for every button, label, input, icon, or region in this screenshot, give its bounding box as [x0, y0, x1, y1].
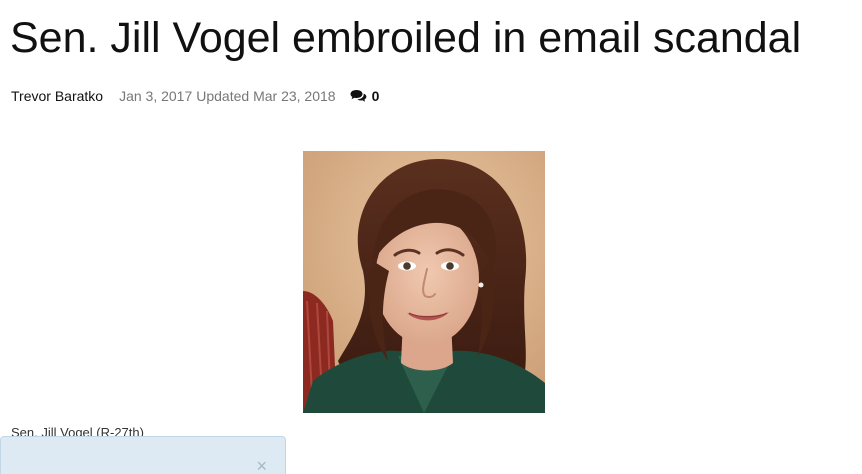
byline: Trevor Baratko Jan 3, 2017 Updated Mar 2…	[11, 86, 379, 106]
comments-link[interactable]: 0	[350, 88, 380, 104]
article-page: Sen. Jill Vogel embroiled in email scand…	[0, 0, 862, 474]
updated-date: Updated Mar 23, 2018	[196, 88, 336, 104]
notification-banner: ×	[0, 436, 286, 474]
article-headline: Sen. Jill Vogel embroiled in email scand…	[10, 14, 802, 62]
close-icon[interactable]: ×	[256, 457, 267, 474]
published-date: Jan 3, 2017	[119, 88, 193, 104]
comment-count: 0	[371, 88, 380, 104]
author-link[interactable]: Trevor Baratko	[11, 88, 103, 104]
article-photo[interactable]	[303, 151, 545, 413]
comments-icon	[350, 90, 366, 102]
portrait-image	[303, 151, 545, 413]
